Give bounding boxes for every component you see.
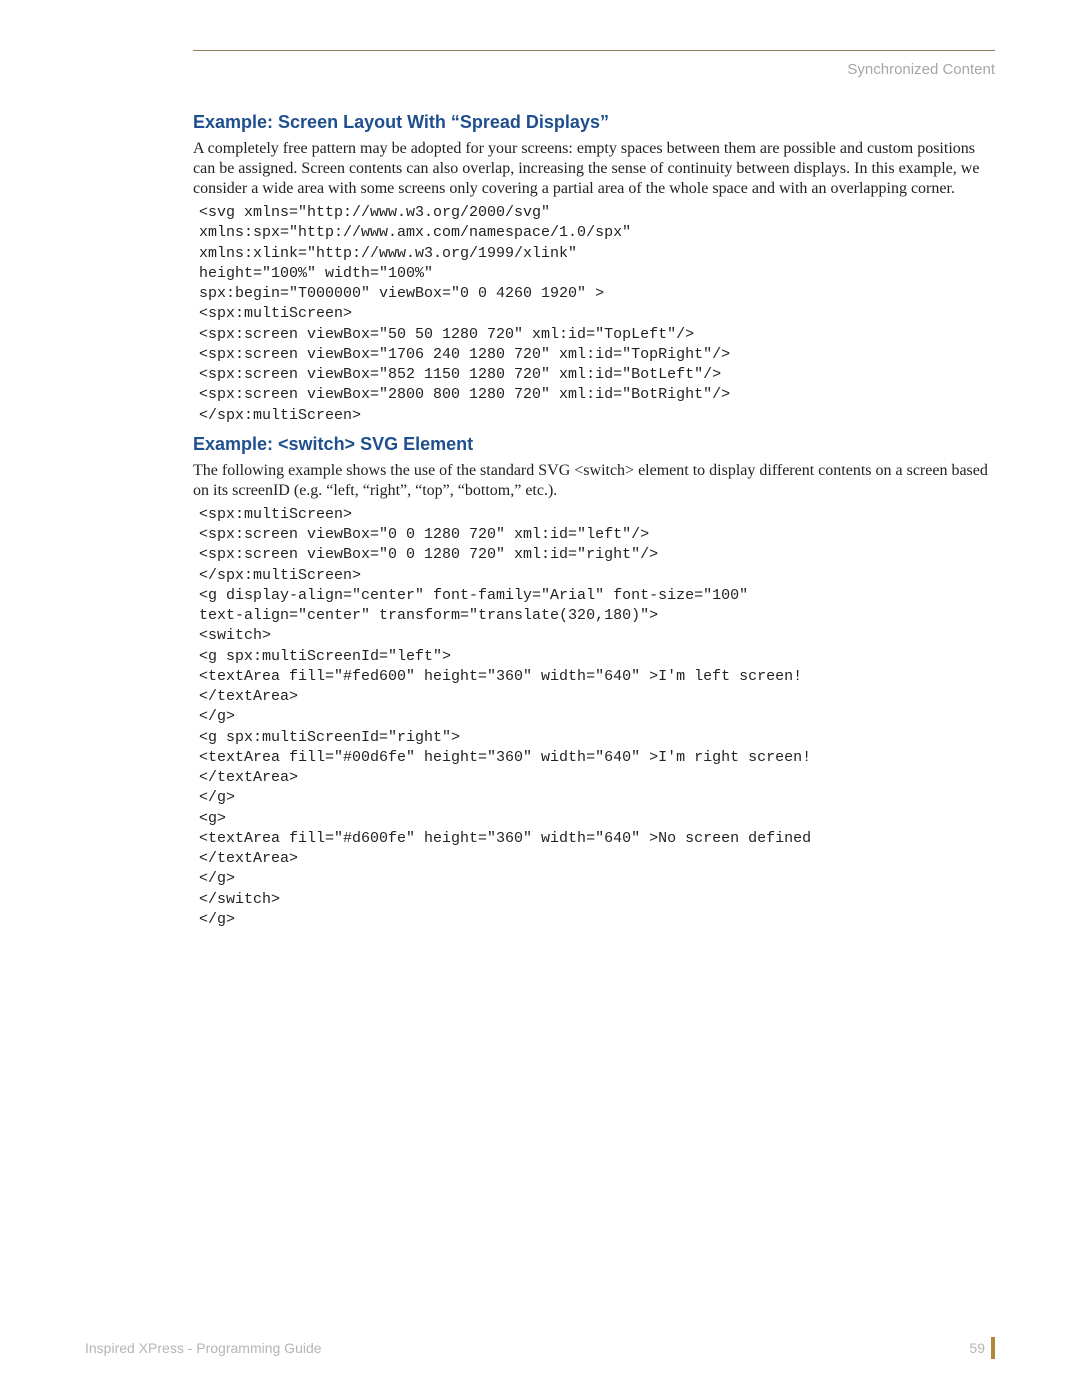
section2-title: Example: <switch> SVG Element <box>193 434 995 455</box>
header-section-title: Synchronized Content <box>85 61 995 78</box>
page-number: 59 <box>969 1340 985 1356</box>
top-rule <box>193 50 995 51</box>
section1-paragraph: A completely free pattern may be adopted… <box>193 139 995 199</box>
footer-page: 59 <box>969 1337 995 1359</box>
content-area: Example: Screen Layout With “Spread Disp… <box>193 112 995 930</box>
section1-code: <svg xmlns="http://www.w3.org/2000/svg" … <box>199 203 995 426</box>
page-bar-icon <box>991 1337 995 1359</box>
section2-paragraph: The following example shows the use of t… <box>193 461 995 501</box>
section1-title: Example: Screen Layout With “Spread Disp… <box>193 112 995 133</box>
page: Synchronized Content Example: Screen Lay… <box>0 0 1080 1397</box>
section2-code: <spx:multiScreen> <spx:screen viewBox="0… <box>199 505 995 930</box>
footer-left: Inspired XPress - Programming Guide <box>85 1340 322 1356</box>
footer: Inspired XPress - Programming Guide 59 <box>85 1337 995 1359</box>
